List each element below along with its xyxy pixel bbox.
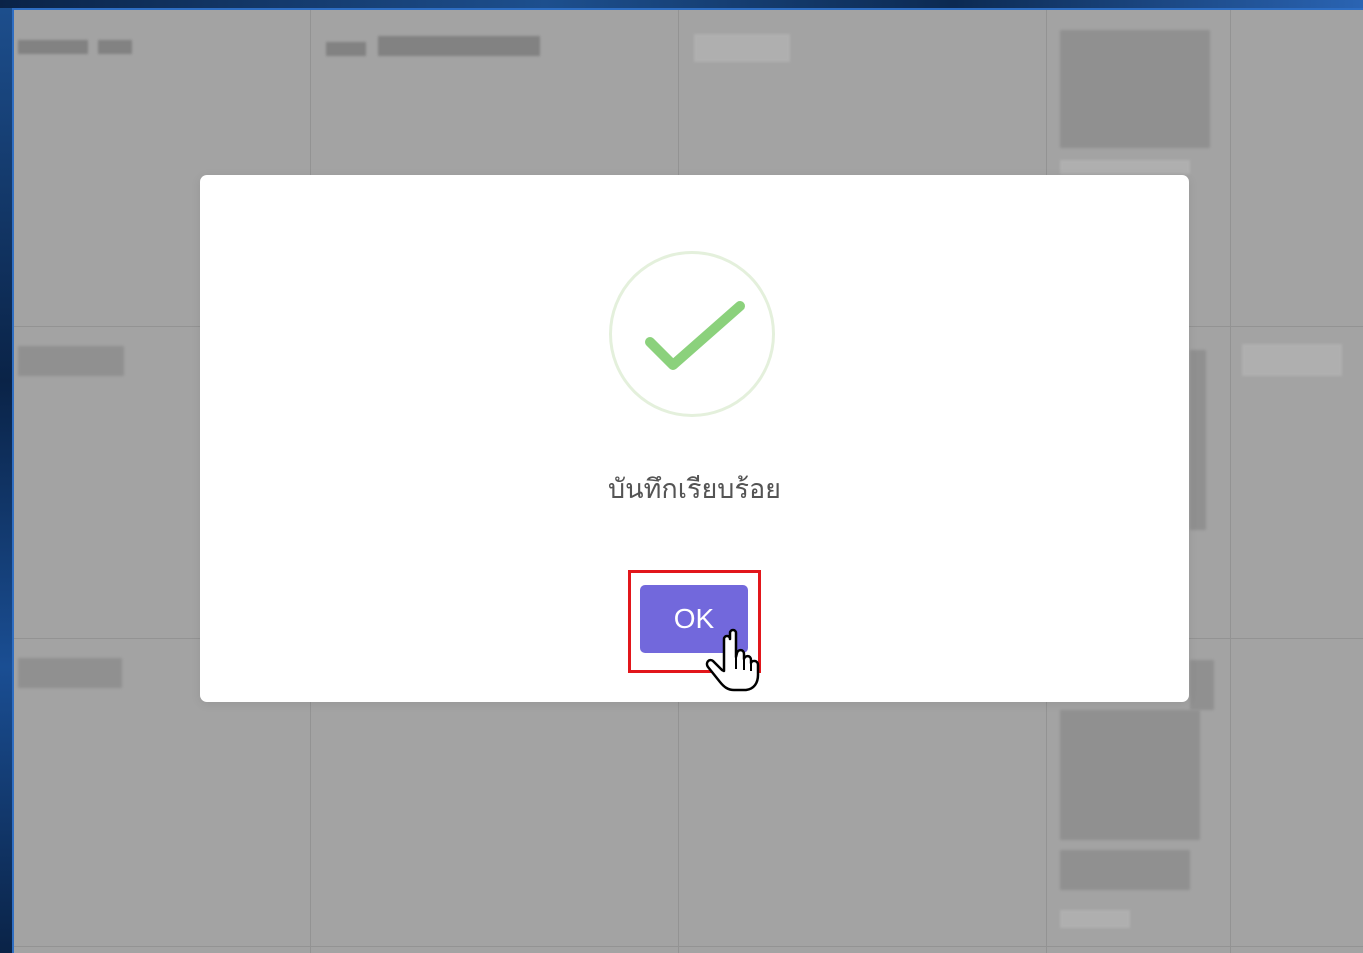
redacted-text bbox=[326, 42, 366, 56]
redacted-text bbox=[98, 40, 132, 54]
redacted-text bbox=[1060, 160, 1190, 174]
redacted-text bbox=[1190, 660, 1214, 710]
grid-line bbox=[1230, 10, 1231, 953]
redacted-text bbox=[1060, 910, 1130, 928]
redacted-text bbox=[18, 346, 124, 376]
redacted-text bbox=[1242, 344, 1342, 376]
ok-button[interactable]: OK bbox=[640, 585, 748, 653]
redacted-text bbox=[1060, 30, 1210, 148]
screen-frame: บันทึกเรียบร้อย OK bbox=[0, 0, 1363, 953]
success-check-icon bbox=[609, 251, 775, 417]
redacted-text bbox=[18, 658, 122, 688]
redacted-text bbox=[1190, 350, 1206, 530]
redacted-text bbox=[1060, 710, 1200, 840]
redacted-text bbox=[694, 34, 790, 62]
success-dialog: บันทึกเรียบร้อย OK bbox=[200, 175, 1189, 702]
dialog-message: บันทึกเรียบร้อย bbox=[608, 474, 781, 505]
check-mark-icon bbox=[645, 301, 745, 370]
grid-line bbox=[14, 946, 1363, 947]
redacted-text bbox=[378, 36, 540, 56]
redacted-text bbox=[18, 40, 88, 54]
redacted-text bbox=[1060, 850, 1190, 890]
